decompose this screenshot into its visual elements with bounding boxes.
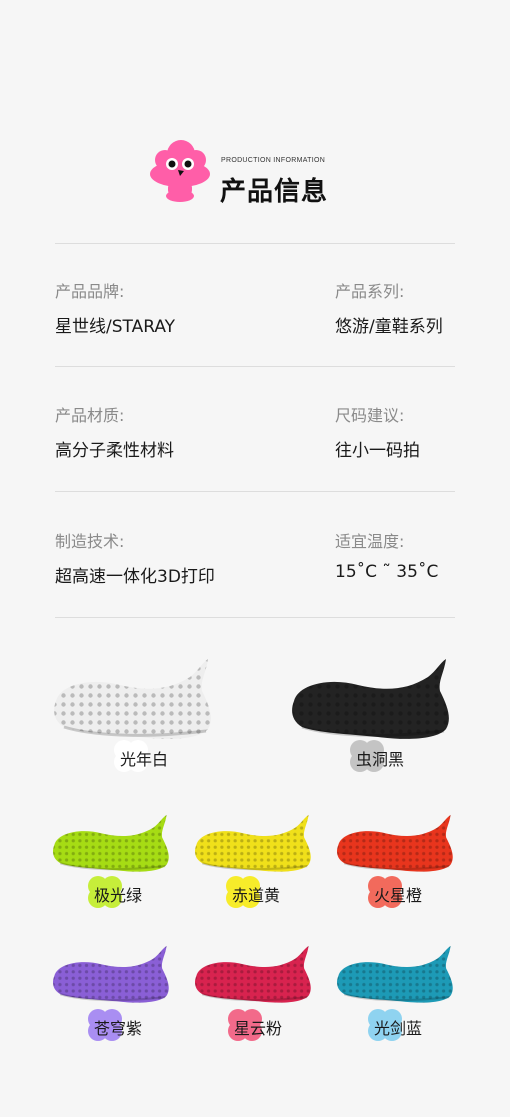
divider [55,366,455,367]
temperature-label: 适宜温度: [335,532,405,551]
technology-label: 制造技术: [55,532,125,551]
shoe-image [53,945,169,1003]
color-name: 赤道黄 [232,886,281,905]
section-subtitle: PRODUCTION INFORMATION [221,157,326,164]
material-label: 产品材质: [55,406,125,425]
shoe-image [195,945,311,1003]
mascot-logo-icon [150,140,210,202]
color-name: 极光绿 [94,886,143,905]
series-label: 产品系列: [335,282,405,301]
color-name: 星云粉 [234,1019,283,1038]
size-value: 往小一码拍 [335,441,420,461]
divider [55,617,455,618]
color-name: 苍穹紫 [94,1019,143,1038]
shoe-image [53,814,169,872]
shoe-image [54,659,211,739]
header: PRODUCTION INFORMATION 产品信息 [148,138,408,208]
color-name: 火星橙 [374,886,423,905]
section-title: 产品信息 [220,177,329,207]
color-name: 光剑蓝 [374,1019,423,1038]
color-name: 虫洞黑 [356,750,405,769]
material-value: 高分子柔性材料 [55,441,174,461]
shoe-image [337,945,453,1003]
shoe-image [337,814,453,872]
divider [55,243,455,244]
technology-value: 超高速一体化3D打印 [55,567,215,587]
divider [55,491,455,492]
series-value: 悠游/童鞋系列 [335,317,443,337]
shoe-image [195,814,311,872]
shoe-image [292,659,449,739]
brand-label: 产品品牌: [55,282,125,301]
size-label: 尺码建议: [335,406,405,425]
temperature-value: 15˚C ˜ 35˚C [335,562,439,582]
color-name: 光年白 [120,750,169,769]
brand-value: 星世线/STARAY [55,317,176,337]
